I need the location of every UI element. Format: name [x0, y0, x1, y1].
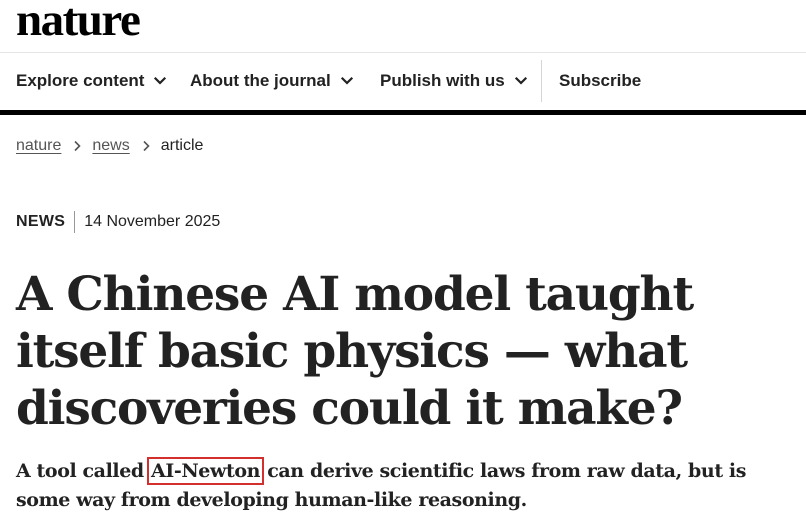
article-type[interactable]: NEWS — [16, 213, 65, 231]
article-meta: NEWS 14 November 2025 — [16, 210, 220, 234]
chevron-right-icon — [74, 140, 82, 152]
site-header: nature — [0, 0, 806, 53]
meta-divider — [74, 211, 76, 233]
page: nature Explore content About the journal… — [0, 0, 806, 518]
nature-logo[interactable]: nature — [16, 0, 141, 46]
nav-subscribe-label: Subscribe — [559, 71, 642, 90]
chevron-down-icon — [514, 76, 527, 85]
chevron-down-icon — [154, 76, 167, 85]
chevron-down-icon — [340, 76, 353, 85]
nav-about-the-journal-label: About the journal — [190, 71, 331, 90]
breadcrumb: nature news article — [16, 134, 203, 158]
standfirst-highlight-ai-newton: AI-Newton — [147, 457, 265, 485]
main-nav: Explore content About the journal Publis… — [0, 52, 806, 110]
breadcrumb-link-nature[interactable]: nature — [16, 137, 61, 155]
nav-subscribe[interactable]: Subscribe — [559, 52, 641, 110]
nav-about-the-journal[interactable]: About the journal — [190, 52, 355, 110]
chevron-right-icon — [143, 140, 150, 152]
breadcrumb-current: article — [160, 137, 204, 154]
nav-publish-with-us-label: Publish with us — [380, 71, 505, 90]
nav-publish-with-us[interactable]: Publish with us — [380, 52, 529, 110]
nav-bottom-rule — [0, 110, 806, 115]
article-title: A Chinese AI model taught itself basic p… — [16, 267, 694, 436]
nav-divider — [541, 60, 542, 102]
article-date: 14 November 2025 — [84, 213, 221, 230]
article-standfirst: A tool called AI-Newton can derive scien… — [16, 457, 806, 515]
nav-explore-content-label: Explore content — [16, 71, 145, 90]
nav-explore-content[interactable]: Explore content — [16, 52, 168, 110]
breadcrumb-link-news[interactable]: news — [92, 137, 129, 155]
standfirst-text-before: A tool called — [16, 460, 151, 482]
